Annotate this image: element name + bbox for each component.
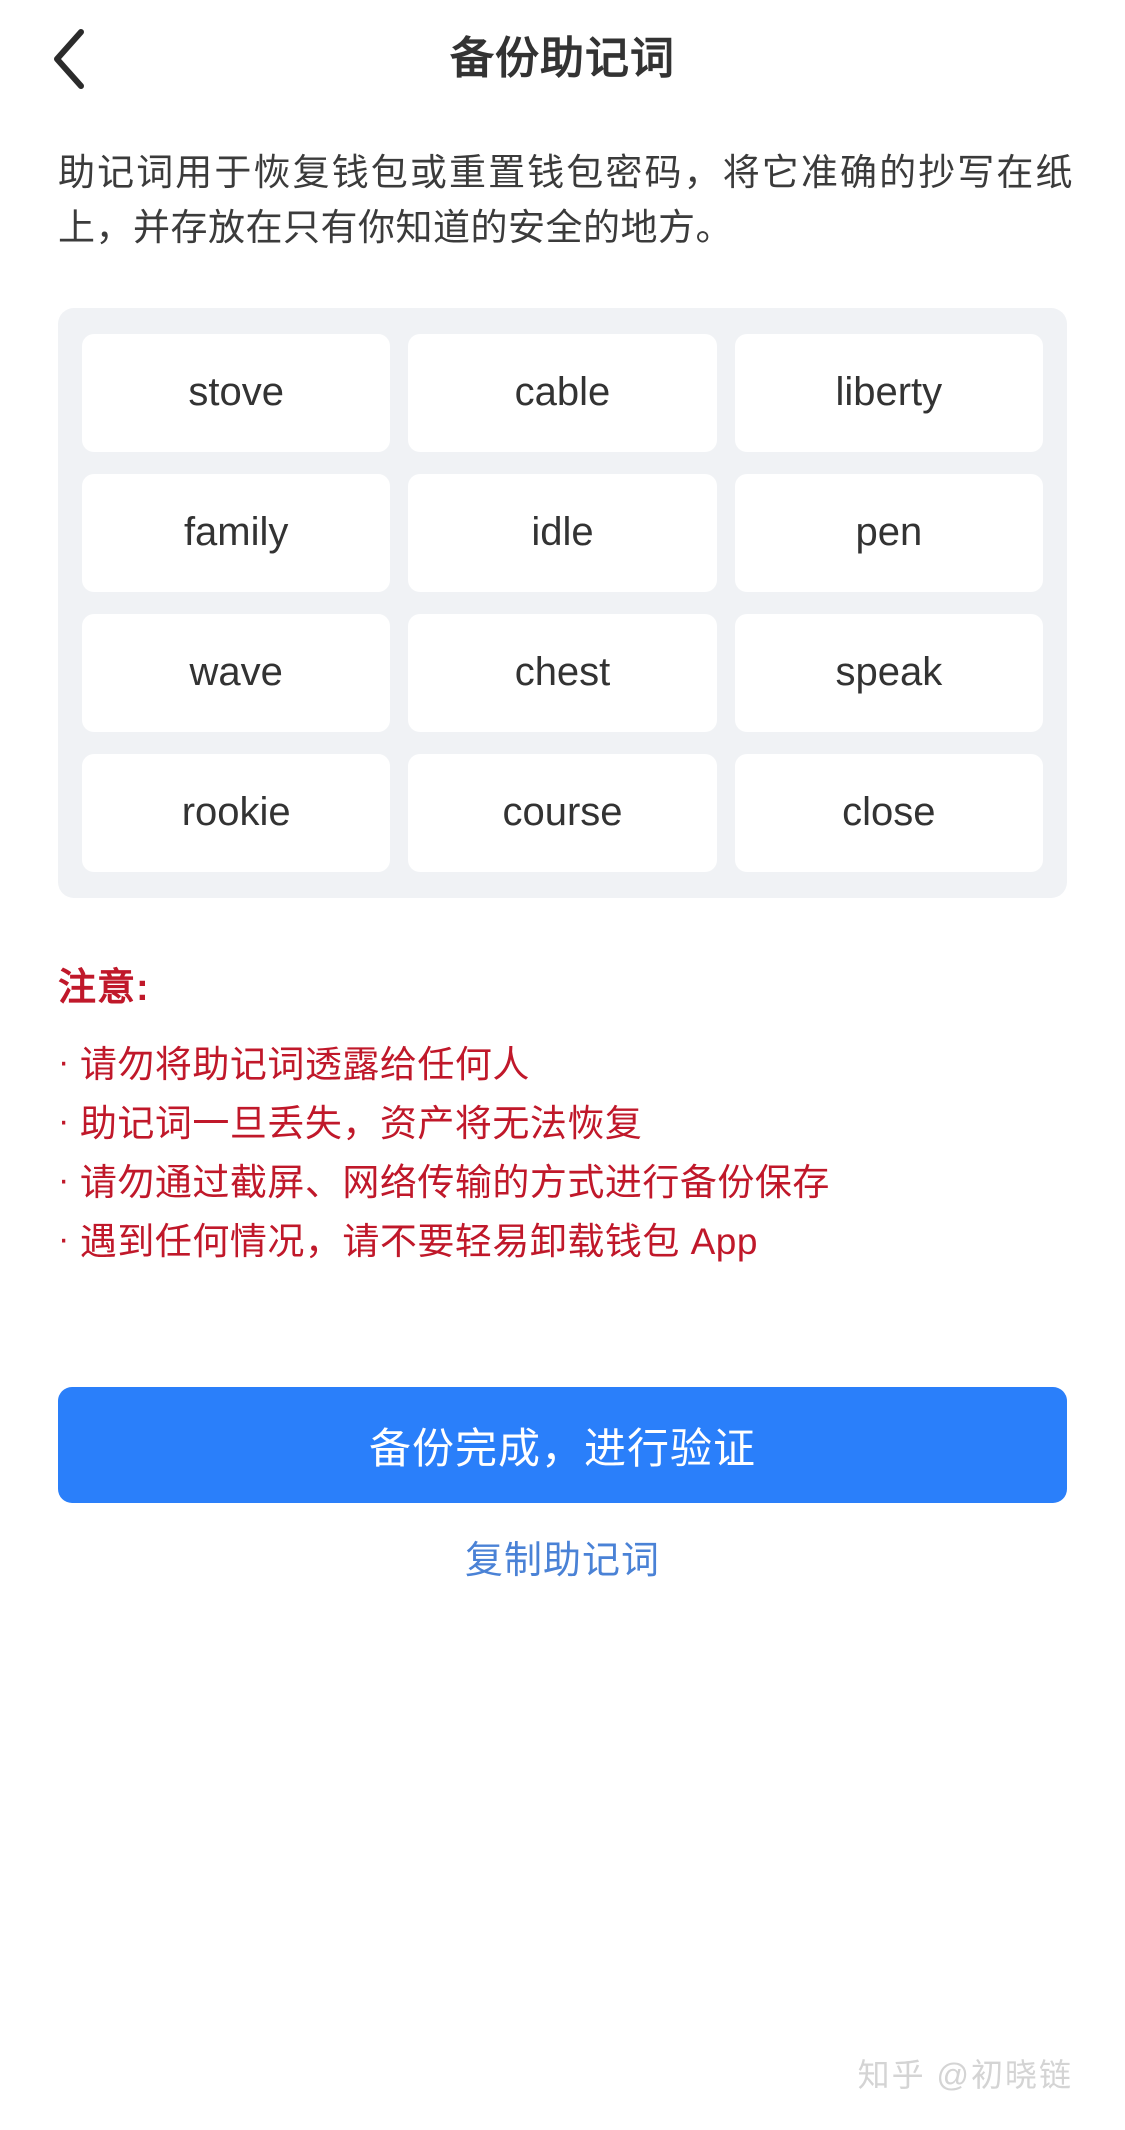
watermark: 知乎 @初晓链	[857, 2057, 1073, 2093]
mnemonic-grid: stove cable liberty family idle pen wave…	[82, 333, 1043, 872]
mnemonic-word: speak	[734, 613, 1043, 732]
warning-item-label: 请勿通过截屏、网络传输的方式进行备份保存	[79, 1161, 830, 1203]
mnemonic-word: rookie	[82, 753, 391, 872]
verify-backup-button[interactable]: 备份完成，进行验证	[58, 1387, 1067, 1504]
mnemonic-word: wave	[82, 613, 391, 732]
warning-item: · 遇到任何情况，请不要轻易卸载钱包 App	[58, 1212, 1067, 1271]
copy-mnemonic-link[interactable]: 复制助记词	[0, 1529, 1125, 1584]
warning-item: · 请勿将助记词透露给任何人	[58, 1035, 1067, 1094]
warning-section: 注意: · 请勿将助记词透露给任何人 · 助记词一旦丢失，资产将无法恢复 · 请…	[58, 956, 1067, 1272]
warning-item: · 助记词一旦丢失，资产将无法恢复	[58, 1094, 1067, 1153]
warning-item-label: 助记词一旦丢失，资产将无法恢复	[79, 1102, 643, 1144]
bullet-icon: ·	[58, 1220, 70, 1259]
mnemonic-word: close	[734, 753, 1043, 872]
warning-item-label: 遇到任何情况，请不要轻易卸载钱包 App	[79, 1221, 758, 1263]
mnemonic-word: chest	[408, 613, 717, 732]
bullet-icon: ·	[58, 1160, 70, 1199]
chevron-left-icon	[49, 28, 89, 90]
mnemonic-word: family	[82, 473, 391, 592]
warning-item: · 请勿通过截屏、网络传输的方式进行备份保存	[58, 1153, 1067, 1212]
warning-item-label: 请勿将助记词透露给任何人	[79, 1043, 530, 1085]
bullet-icon: ·	[58, 1042, 70, 1081]
page-title: 备份助记词	[450, 34, 675, 83]
mnemonic-word: course	[408, 753, 717, 872]
back-button[interactable]	[34, 24, 104, 94]
mnemonic-word: cable	[408, 333, 717, 452]
warning-title: 注意:	[58, 966, 150, 1009]
mnemonic-word: liberty	[734, 333, 1043, 452]
mnemonic-word: pen	[734, 473, 1043, 592]
mnemonic-word: stove	[82, 333, 391, 452]
mnemonic-word: idle	[408, 473, 717, 592]
mnemonic-panel: stove cable liberty family idle pen wave…	[58, 307, 1067, 898]
navigation-bar: 备份助记词	[0, 0, 1125, 118]
bullet-icon: ·	[58, 1101, 70, 1140]
description-text: 助记词用于恢复钱包或重置钱包密码，将它准确的抄写在纸上，并存放在只有你知道的安全…	[58, 152, 1073, 248]
